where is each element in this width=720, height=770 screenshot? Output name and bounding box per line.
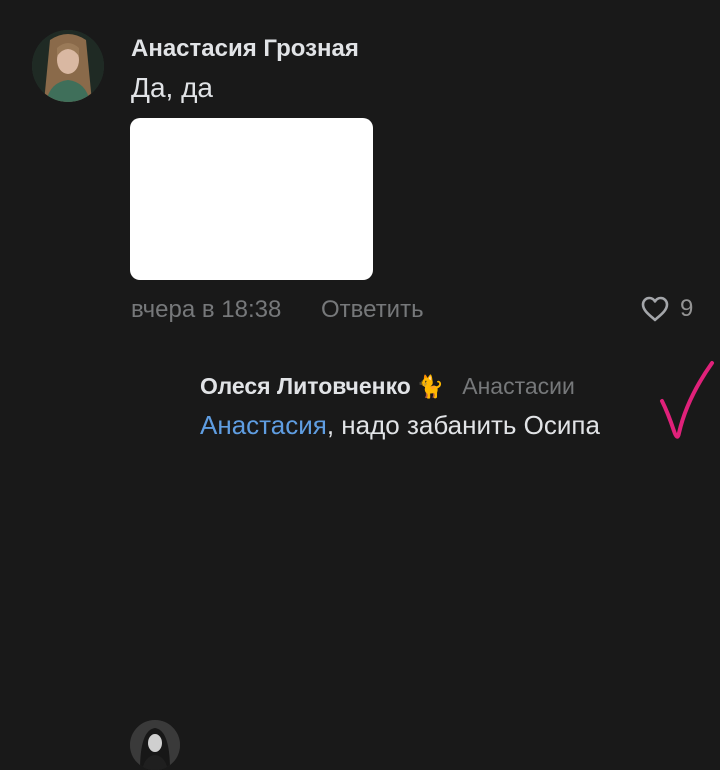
reply-button[interactable]: Ответить: [321, 296, 424, 324]
heart-outline-icon: [641, 296, 669, 322]
like-count: 9: [680, 295, 694, 322]
author-avatar[interactable]: [32, 30, 104, 102]
comment-date: вчера в 18:38: [131, 296, 282, 323]
reply-header: Олеся Литовченко 🐈 Анастасии: [200, 373, 575, 400]
reply-text-body: , надо забанить Осипа: [326, 410, 600, 440]
comment-attachment[interactable]: [130, 118, 373, 280]
cat-icon: 🐈: [416, 373, 445, 399]
reply-to-label[interactable]: Анастасии: [462, 373, 575, 400]
reply-text: Анастасия, надо забанить Осипа: [200, 410, 600, 441]
reply-mention-link[interactable]: Анастасия: [200, 410, 327, 440]
comment: Анастасия Грозная Да, да вчера в 18:38 О…: [0, 0, 720, 340]
comment-author[interactable]: Анастасия Грозная: [131, 35, 359, 63]
reply-author-avatar[interactable]: [130, 720, 180, 770]
reply-author[interactable]: Олеся Литовченко: [200, 373, 411, 400]
like-button[interactable]: 9: [640, 293, 693, 325]
comment-text: Да, да: [131, 72, 214, 103]
